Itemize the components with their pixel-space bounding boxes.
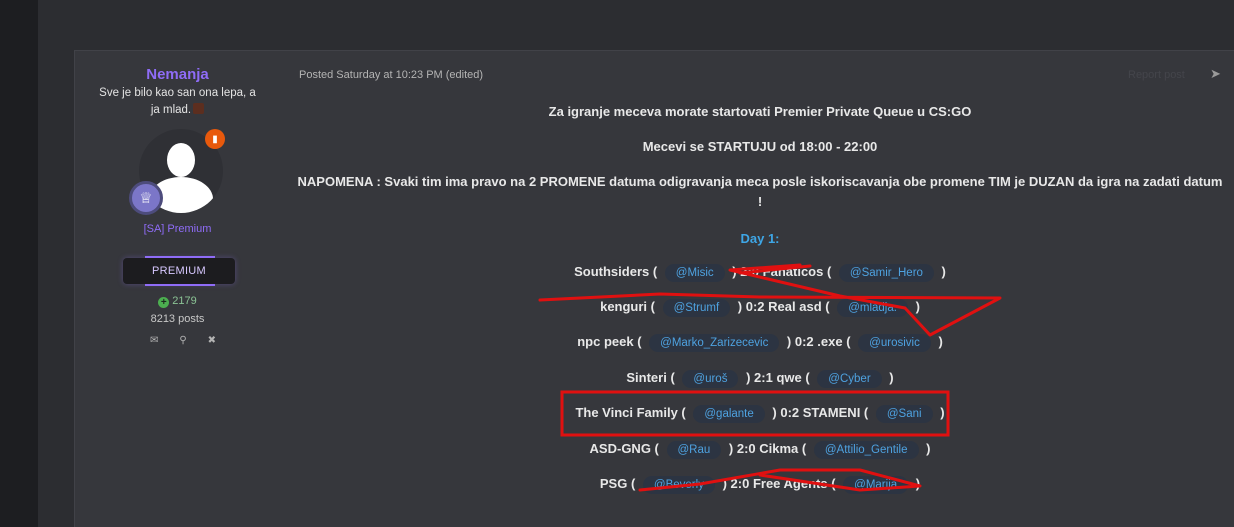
score: 2:0 [740, 264, 760, 279]
team-2: .exe [817, 334, 843, 349]
match-row: Southsiders ( @Misic ) 2:0 Fanaticos ( @… [280, 264, 1234, 282]
team-1: Southsiders [574, 264, 650, 279]
user-mention[interactable]: @Samir_Hero [838, 264, 934, 282]
member-group: [SA] Premium [143, 223, 212, 235]
day-label: Day 1: [740, 231, 780, 246]
intro-line-2: Mecevi se STARTUJU od 18:00 - 22:00 [642, 139, 878, 154]
team-2: Cikma [759, 441, 799, 456]
left-sidebar-strip [0, 0, 38, 527]
user-mention[interactable]: @Strumf [662, 299, 731, 317]
search-icon[interactable]: ⚲ [179, 335, 186, 346]
close-circle-icon[interactable]: ✖ [208, 335, 216, 346]
user-mention[interactable]: @Misic [664, 264, 725, 282]
user-mention[interactable]: @uroš [682, 370, 739, 388]
author-name[interactable]: Nemanja [75, 66, 280, 83]
team-2: Fanaticos [762, 264, 824, 279]
post-count: 8213 posts [150, 313, 205, 325]
report-post-link[interactable]: Report post [1128, 69, 1185, 81]
team-1: The Vinci Family [575, 405, 678, 420]
team-1: kenguri [600, 299, 648, 314]
crown-icon: ♕ [129, 181, 163, 215]
user-mention[interactable]: @Sani [875, 405, 933, 423]
match-row: The Vinci Family ( @galante ) 0:2 STAMEN… [280, 405, 1234, 423]
team-1: PSG [599, 476, 628, 491]
match-row: npc peek ( @Marko_Zarizecevic ) 0:2 .exe… [280, 334, 1234, 352]
emoji-icon [193, 103, 205, 114]
author-title: Sve je bilo kao san ona lepa, a ja mlad. [95, 85, 260, 119]
team-1: ASD-GNG [589, 441, 651, 456]
score: 2:0 [730, 476, 750, 491]
user-mention[interactable]: @Attilio_Gentile [813, 441, 919, 459]
user-mention[interactable]: @mladja. [837, 299, 908, 317]
team-1: Sinteri [626, 370, 667, 385]
share-icon[interactable]: ➤ [1210, 66, 1221, 82]
score: 2:1 [754, 370, 773, 385]
post-timestamp[interactable]: Posted Saturday at 10:23 PM (edited) [299, 69, 483, 81]
team-1: npc peek [577, 334, 634, 349]
user-mention[interactable]: @Marija [843, 476, 909, 494]
note-text: NAPOMENA : Svaki tim ima pravo na 2 PROM… [297, 174, 1223, 209]
user-mention[interactable]: @galante [693, 405, 765, 423]
team-2: qwe [776, 370, 802, 385]
user-mention[interactable]: @Rau [666, 441, 722, 459]
score: 0:2 [780, 405, 800, 420]
premium-badge: PREMIUM [123, 256, 235, 286]
author-panel: Nemanja Sve je bilo kao san ona lepa, a … [75, 51, 280, 527]
team-2: STAMENI [802, 405, 861, 420]
reputation-value: 2179 [172, 295, 197, 307]
premium-label: PREMIUM [151, 265, 207, 277]
author-actions: ✉ ⚲ ✖ [150, 335, 216, 346]
reputation[interactable]: +2179 [75, 295, 280, 308]
user-mention[interactable]: @Marko_Zarizecevic [649, 334, 780, 352]
intro-line-1: Za igranje meceva morate startovati Prem… [548, 104, 972, 119]
team-2: Free Agents [752, 476, 828, 491]
author-title-text: Sve je bilo kao san ona lepa, a ja mlad. [99, 87, 256, 116]
plus-icon: + [158, 297, 170, 308]
match-row: kenguri ( @Strumf ) 0:2 Real asd ( @mlad… [280, 299, 1234, 317]
match-row: PSG ( @Beverly ) 2:0 Free Agents ( @Mari… [280, 476, 1234, 494]
post-content: Posted Saturday at 10:23 PM (edited) Rep… [280, 51, 1234, 527]
score: 2:0 [736, 441, 756, 456]
badge-icon: ▮ [205, 129, 225, 149]
forum-post: Nemanja Sve je bilo kao san ona lepa, a … [74, 50, 1234, 527]
match-row: Sinteri ( @uroš ) 2:1 qwe ( @Cyber ) [280, 370, 1234, 388]
user-mention[interactable]: @urosivic [858, 334, 931, 352]
team-2: Real asd [768, 299, 822, 314]
score: 0:2 [794, 334, 814, 349]
avatar-head [167, 143, 195, 177]
score: 0:2 [745, 299, 765, 314]
user-mention[interactable]: @Cyber [817, 370, 882, 388]
match-row: ASD-GNG ( @Rau ) 2:0 Cikma ( @Attilio_Ge… [280, 441, 1234, 459]
envelope-icon[interactable]: ✉ [150, 335, 158, 346]
user-mention[interactable]: @Beverly [642, 476, 715, 494]
